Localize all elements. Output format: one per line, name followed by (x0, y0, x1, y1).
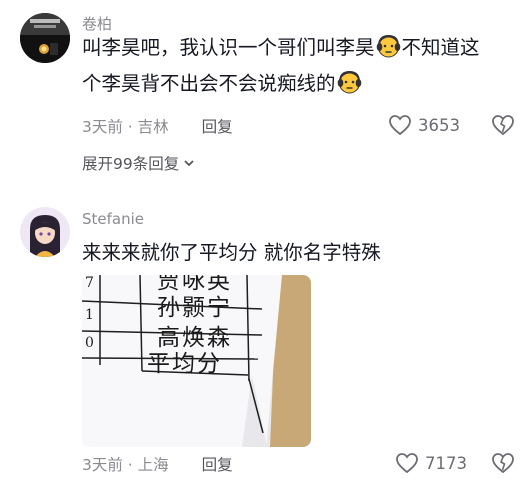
photo-number: 1 (85, 307, 94, 323)
avatar[interactable] (20, 13, 70, 63)
broken-heart-icon (492, 115, 514, 136)
like-button[interactable]: 3653 (388, 114, 460, 136)
comment-item-2: Stefanie 来来来就你了平均分 就你名字特殊 7 1 0 贾咏英 孙颢宁 … (0, 200, 525, 483)
comment-image[interactable]: 7 1 0 贾咏英 孙颢宁 高焕森 平均分 (82, 275, 311, 447)
location-time: 3天前 · 上海 (82, 456, 169, 474)
avatar[interactable] (20, 207, 70, 257)
location-time: 3天前 · 吉林 (82, 118, 169, 136)
comment-meta: 3天前 · 吉林 回复 (82, 115, 233, 137)
heart-icon (389, 115, 411, 136)
comment-text-part: 不知道这 (401, 36, 480, 59)
photo-number: 7 (85, 275, 94, 291)
comment-item-1: 卷柏 叫李昊吧，我认识一个哥们叫李昊 不知道这 个李昊背不出会不会说痴线的 3天… (0, 0, 525, 190)
reply-button[interactable]: 回复 (202, 118, 233, 136)
photo-name: 平均分 (147, 351, 222, 377)
comment-text-part: 个李昊背不出会不会说痴线的 (82, 72, 336, 95)
comment-meta: 3天前 · 上海 回复 (82, 453, 233, 475)
comment-text-part: 叫李昊吧，我认识一个哥们叫李昊 (82, 36, 375, 59)
earmuff-face-emoji-icon (376, 34, 401, 59)
photo-number: 0 (85, 335, 94, 351)
photo-name: 孙颢宁 (157, 295, 232, 321)
username[interactable]: Stefanie (82, 210, 144, 228)
chevron-down-icon (184, 160, 194, 167)
like-count: 7173 (425, 453, 467, 473)
earmuff-face-emoji-icon (337, 70, 362, 95)
broken-heart-icon (492, 453, 514, 474)
comment-text: 来来来就你了平均分 就你名字特殊 (82, 241, 381, 264)
dislike-button[interactable] (491, 114, 515, 140)
expand-replies-button[interactable]: 展开99条回复 (82, 152, 196, 174)
like-count: 3653 (418, 115, 460, 135)
reply-button[interactable]: 回复 (202, 456, 233, 474)
heart-icon (396, 453, 418, 474)
comment-text: 叫李昊吧，我认识一个哥们叫李昊 不知道这 个李昊背不出会不会说痴线的 (82, 30, 512, 102)
dislike-button[interactable] (491, 452, 515, 478)
expand-replies-label: 展开99条回复 (82, 155, 180, 173)
like-button[interactable]: 7173 (395, 452, 467, 474)
